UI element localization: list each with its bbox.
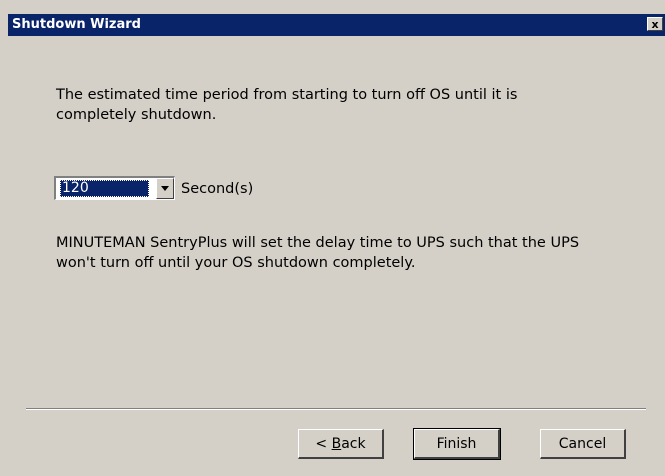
close-icon: x — [651, 17, 659, 31]
separator-line — [26, 408, 646, 410]
delay-time-select[interactable]: 120 — [54, 176, 175, 200]
window-title: Shutdown Wizard — [12, 17, 141, 32]
close-button[interactable]: x — [647, 17, 663, 31]
back-button-label: ack — [341, 435, 366, 452]
delay-unit-label: Second(s) — [181, 181, 254, 197]
chevron-down-icon[interactable] — [156, 178, 174, 199]
shutdown-wizard-window: Shutdown Wizard x The estimated time per… — [0, 0, 665, 476]
info-text: MINUTEMAN SentryPlus will set the delay … — [56, 235, 580, 271]
finish-button[interactable]: Finish — [413, 428, 501, 460]
back-button-prefix: < — [315, 435, 332, 452]
cancel-button[interactable]: Cancel — [540, 429, 626, 459]
delay-time-value[interactable]: 120 — [60, 180, 149, 197]
back-button-mnemonic: B — [331, 435, 342, 452]
description-text: The estimated time period from starting … — [56, 87, 518, 123]
back-button[interactable]: < Back — [298, 429, 384, 459]
title-bar: Shutdown Wizard x — [8, 14, 665, 36]
